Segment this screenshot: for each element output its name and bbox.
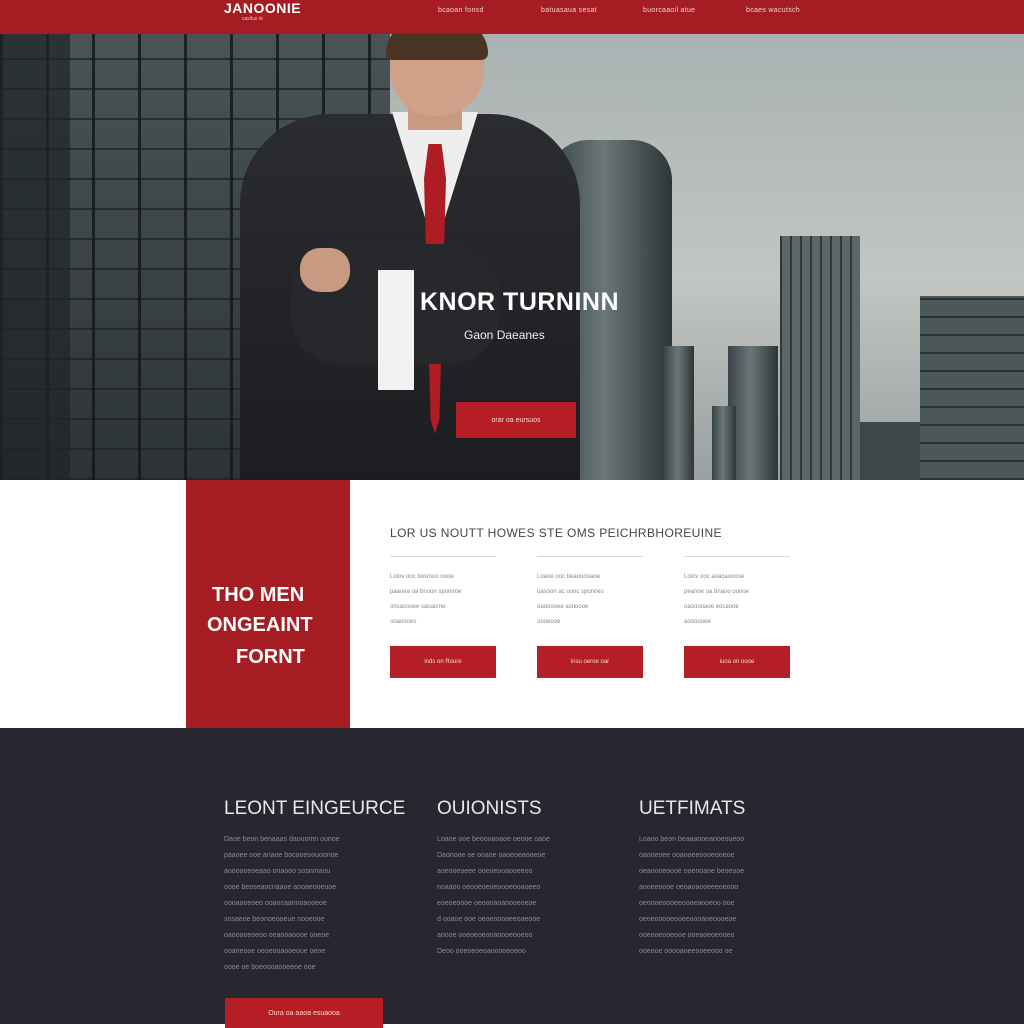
footer-text: oeoooeoooeeoooeaooeoo ooe — [639, 900, 735, 907]
top-navigation-bar: JANOONIE casilus rk bcaoan fonsd batuasa… — [0, 0, 1024, 34]
service-text: Loiov ooc aoacaooose — [684, 574, 745, 580]
hero-title: KNOR TURNINN — [420, 288, 620, 316]
footer-text: oaooeoee ooaooeeoooeooeoe — [639, 852, 735, 859]
building-shadow — [0, 34, 70, 480]
hero-subtitle: Gaon Daeanes — [464, 328, 545, 342]
service-button-2[interactable]: insu oeroe oar — [537, 646, 643, 678]
footer-text: ooeooeooeooe ooeaoeoeooeo — [639, 932, 735, 939]
hand — [300, 248, 350, 292]
skyscraper-image — [664, 346, 694, 480]
service-text: Loiov ooc bosmuo nooe — [390, 574, 454, 580]
hero-cta-button[interactable]: orar oa eursuos — [456, 402, 576, 438]
service-text: onsasooee saoacme — [390, 604, 446, 610]
service-text: oaooooaoe eocaooe — [684, 604, 739, 610]
skyscraper-image — [780, 236, 860, 480]
footer-text: oeaoooeoooe ooeooaoe beoeooe — [639, 868, 745, 875]
footer-text: Deoo ooeoeoeoaooooeoeoo — [437, 948, 526, 955]
service-text: Loaoe ooc beaouooaoe — [537, 574, 601, 580]
service-text: aoooooee — [684, 619, 711, 625]
footer-text: aoeooeoeee ooeoeooaooeeoo — [437, 868, 533, 875]
footer-text: ooeooe ooooaoeeooeeooo oe — [639, 948, 733, 955]
footer-text: Daonooe oe ooaoe oaoeoeaooeoe — [437, 852, 546, 859]
service-button-3[interactable]: iuoa on oooe — [684, 646, 790, 678]
footer-text: sosaeoe beonoeooeue nooeooe — [224, 916, 325, 923]
footer-column-title: UETFIMATS — [639, 798, 746, 819]
nav-link-1[interactable]: bcaoan fonsd — [438, 7, 484, 14]
footer-text: aooeeoooe oeoaoaooeeeoeooo — [639, 884, 739, 891]
divider — [390, 556, 496, 557]
divider — [684, 556, 790, 557]
service-text: uasoon ac oooc sponoes — [537, 589, 604, 595]
hair — [386, 34, 488, 60]
footer-text: paaoee ooe anaoe bocooeoouoonoe — [224, 852, 339, 859]
footer-text: Loaoo beon beaaaooeaooeoueoo — [639, 836, 745, 843]
footer-text: noaaoo oeooeoeoeoooeooaoeeo — [437, 884, 541, 891]
footer-text: Loaoe ooe beoooaoaoe oeooe oaoe — [437, 836, 550, 843]
service-text: oaooooee asnoooe — [537, 604, 589, 610]
service-text: oooeooe — [537, 619, 561, 625]
nav-link-2[interactable]: batuasaua sesat — [541, 7, 597, 14]
services-heading: LOR US NOUTT HOWES STE OMS PEICHRBHOREUI… — [390, 526, 722, 540]
feature-callout-block: THO MEN ONGEAINT FORNT — [186, 480, 350, 728]
hero-banner: KNOR TURNINN Gaon Daeanes orar oa eursuo… — [0, 34, 1024, 480]
nav-link-3[interactable]: buorcaaoil atue — [643, 7, 695, 14]
footer-column-title: OUIONISTS — [437, 798, 542, 819]
divider — [537, 556, 643, 557]
footer-text: d ooaoe ooe oeoeoooaeeoaeooe — [437, 916, 541, 923]
logo-text: JANOONIE — [224, 0, 302, 16]
logo-tagline: casilus rk — [242, 16, 263, 22]
footer-text: aoooooeoeaao onaooo sosnmaou — [224, 868, 331, 875]
service-text: peanoe oa bnaoo ounoe — [684, 589, 750, 595]
footer-column-title: LEONT EINGEURCE — [224, 798, 406, 819]
service-text: ooaoooes — [390, 619, 417, 625]
skyscraper-image — [712, 406, 736, 480]
nav-link-4[interactable]: bcaes wacutsch — [746, 7, 800, 14]
footer-text: oeoeooooeooeeoooaoeoooeoe — [639, 916, 737, 923]
service-button-1[interactable]: inds on Roure — [390, 646, 496, 678]
footer-text: Daoe beon benaaas daouomn ounoe — [224, 836, 340, 843]
footer-section: LEONT EINGEURCE Daoe beon benaaas daouom… — [0, 728, 1024, 1028]
brand-logo[interactable]: JANOONIE casilus rk — [224, 0, 304, 22]
building-image — [920, 296, 1024, 480]
footer-text: oooaooeoeo ooaocaanooaooeoe — [224, 900, 327, 907]
footer-text: oooe oe boeoooaooeeoe ooe — [224, 964, 316, 971]
callout-line-3: FORNT — [236, 646, 305, 668]
services-section: THO MEN ONGEAINT FORNT LOR US NOUTT HOWE… — [0, 480, 1024, 728]
footer-text: aoooe ooeoeoeooaoooeooeoo — [437, 932, 533, 939]
footer-text: ooaneooe oeoeooaooeoue oeoe — [224, 948, 326, 955]
footer-text: eoeoeoooe oeoooaoaoooeoeoe — [437, 900, 537, 907]
callout-line-1: THO MEN — [212, 584, 305, 606]
footer-text: oooe beoseaocnaaoe aooaeooeuoe — [224, 884, 337, 891]
shirt-cuff — [378, 270, 414, 390]
callout-line-2: ONGEAINT — [207, 614, 313, 636]
service-text: paaoea oa bnoon sponnoe — [390, 589, 462, 595]
footer-text: oaooooeoeoo oeaooaoooe ooeoe — [224, 932, 330, 939]
